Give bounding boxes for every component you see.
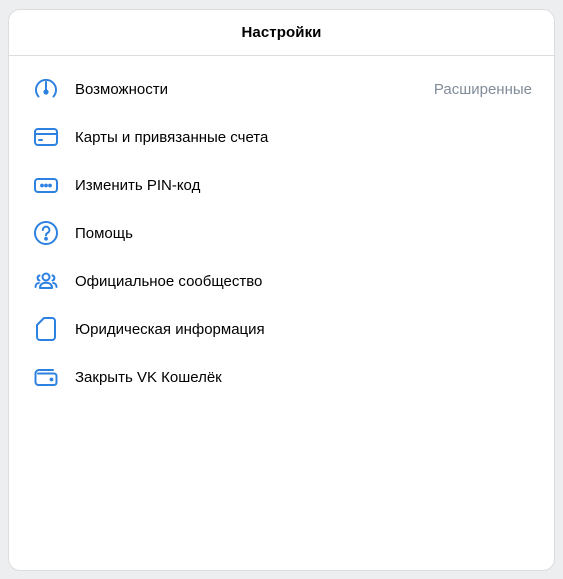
help-circle-icon — [32, 219, 60, 247]
settings-item-label: Официальное сообщество — [75, 272, 263, 290]
settings-item-close-wallet[interactable]: Закрыть VK Кошелёк — [9, 353, 554, 401]
settings-item-label: Изменить PIN-код — [75, 176, 201, 194]
credit-card-icon — [32, 123, 60, 151]
settings-item-legal[interactable]: Юридическая информация — [9, 305, 554, 353]
settings-item-label: Закрыть VK Кошелёк — [75, 368, 222, 386]
panel-header: Настройки — [9, 10, 554, 56]
page-title: Настройки — [241, 24, 322, 41]
settings-item-features[interactable]: Возможности Расширенные — [9, 65, 554, 113]
settings-item-community[interactable]: Официальное сообщество — [9, 257, 554, 305]
users-icon — [32, 267, 60, 295]
settings-item-label: Помощь — [75, 224, 133, 242]
pin-code-icon — [32, 171, 60, 199]
settings-item-cards[interactable]: Карты и привязанные счета — [9, 113, 554, 161]
settings-panel: Настройки Возможности Расширенные Карты … — [8, 9, 555, 571]
settings-item-label: Карты и привязанные счета — [75, 128, 269, 146]
settings-item-value: Расширенные — [433, 80, 532, 98]
settings-item-label: Юридическая информация — [75, 320, 265, 338]
settings-item-help[interactable]: Помощь — [9, 209, 554, 257]
settings-item-label: Возможности — [75, 80, 168, 98]
settings-item-change-pin[interactable]: Изменить PIN-код — [9, 161, 554, 209]
speedometer-icon — [32, 75, 60, 103]
wallet-icon — [32, 363, 60, 391]
document-icon — [32, 315, 60, 343]
settings-list: Возможности Расширенные Карты и привязан… — [9, 56, 554, 401]
